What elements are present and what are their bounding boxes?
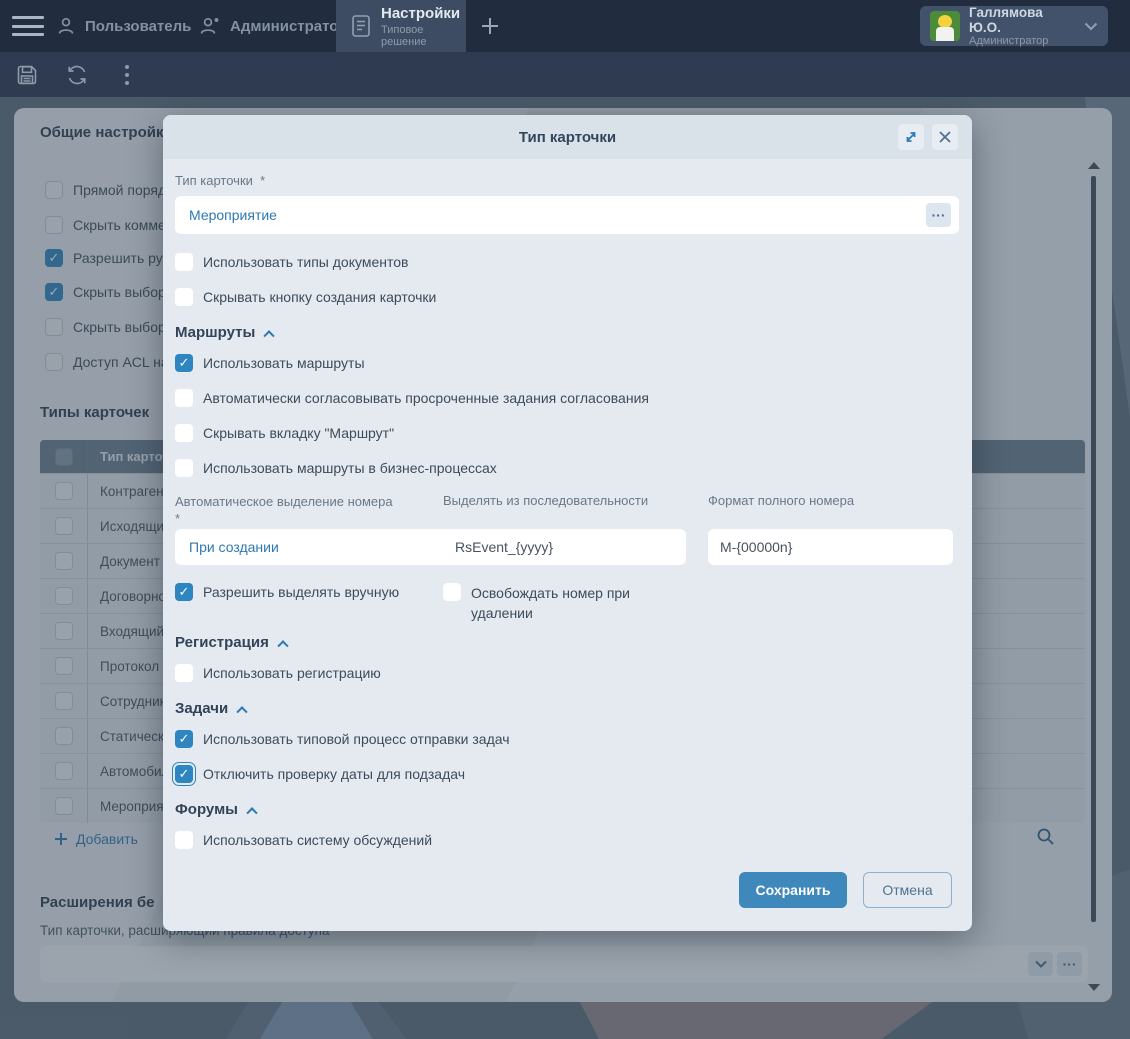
tab-user-label: Пользователь xyxy=(85,18,191,35)
checkbox-row[interactable]: Отключить проверку даты для подзадач xyxy=(175,765,465,783)
chevron-down-icon xyxy=(1084,22,1098,31)
checkbox-checked[interactable] xyxy=(175,730,193,748)
tab-settings[interactable]: Настройки Типовое решение xyxy=(336,0,466,52)
card-type-dialog: Тип карточки Тип карточки * Мероприятие … xyxy=(163,115,972,931)
sequence-label: Выделять из последовательности xyxy=(443,493,648,508)
user-icon xyxy=(56,16,76,36)
kebab-menu-icon[interactable] xyxy=(114,62,140,88)
tab-settings-sublabel: Типовое решение xyxy=(381,24,460,48)
tab-user[interactable]: Пользователь xyxy=(42,0,205,52)
full-format-input[interactable] xyxy=(708,529,953,565)
checkbox-row[interactable]: Использовать маршруты в бизнес-процессах xyxy=(175,459,497,477)
ellipsis-icon[interactable]: ··· xyxy=(926,203,951,227)
auto-number-value: При создании xyxy=(189,539,465,555)
section-tasks[interactable]: Задачи xyxy=(175,700,246,717)
auto-number-label: Автоматическое выделение номера* xyxy=(175,493,475,527)
full-format-label: Формат полного номера xyxy=(708,493,854,508)
user-role: Администратор xyxy=(969,35,1075,47)
checkbox-row[interactable]: Использовать систему обсуждений xyxy=(175,831,432,849)
checkbox[interactable] xyxy=(175,389,193,407)
document-icon xyxy=(350,14,372,38)
section-registration[interactable]: Регистрация xyxy=(175,634,287,651)
checkbox[interactable] xyxy=(443,583,461,601)
user-name: Галлямова Ю.О. xyxy=(969,5,1075,35)
tab-settings-label: Настройки xyxy=(381,5,460,22)
checkbox-row[interactable]: Скрывать вкладку "Маршрут" xyxy=(175,424,394,442)
cancel-button[interactable]: Отмена xyxy=(863,872,952,908)
dialog-title: Тип карточки xyxy=(519,129,616,146)
plus-icon xyxy=(481,17,499,35)
checkbox[interactable] xyxy=(175,253,193,271)
checkbox[interactable] xyxy=(175,459,193,477)
card-type-label: Тип карточки * xyxy=(175,173,265,188)
save-button[interactable]: Сохранить xyxy=(739,872,847,908)
new-tab-button[interactable] xyxy=(470,0,510,52)
card-type-field[interactable]: Мероприятие ··· xyxy=(175,196,959,234)
dialog-header: Тип карточки xyxy=(163,115,972,159)
checkbox-row[interactable]: Использовать маршруты xyxy=(175,354,365,372)
checkbox[interactable] xyxy=(175,288,193,306)
checkbox-checked[interactable] xyxy=(175,583,193,601)
close-icon[interactable] xyxy=(932,124,958,150)
checkbox-row[interactable]: Использовать регистрацию xyxy=(175,664,381,682)
settings-page: Общие настройки Прямой поряд Скрыть комм… xyxy=(0,97,1130,1039)
tab-admin-label: Администратор xyxy=(230,18,348,35)
section-forums[interactable]: Форумы xyxy=(175,801,256,818)
action-toolbar xyxy=(0,52,1130,97)
user-star-icon xyxy=(199,16,221,36)
chevron-up-icon xyxy=(246,807,257,818)
section-routes[interactable]: Маршруты xyxy=(175,324,273,341)
hamburger-menu-icon[interactable] xyxy=(12,13,44,39)
chevron-up-icon xyxy=(277,640,288,651)
user-menu[interactable]: Галлямова Ю.О. Администратор xyxy=(920,6,1108,46)
checkbox-checked[interactable] xyxy=(175,354,193,372)
sequence-input[interactable] xyxy=(443,529,686,565)
checkbox-row[interactable]: Скрывать кнопку создания карточки xyxy=(175,288,436,306)
top-bar: Пользователь Администратор Настройки Тип… xyxy=(0,0,1130,52)
checkbox[interactable] xyxy=(175,664,193,682)
checkbox-row[interactable]: Разрешить выделять вручную xyxy=(175,583,399,601)
refresh-icon[interactable] xyxy=(64,62,90,88)
chevron-up-icon xyxy=(264,330,275,341)
avatar xyxy=(930,11,960,41)
card-type-value: Мероприятие xyxy=(189,207,926,223)
checkbox-row[interactable]: Автоматически согласовывать просроченные… xyxy=(175,389,649,407)
checkbox[interactable] xyxy=(175,831,193,849)
checkbox-row[interactable]: Использовать типовой процесс отправки за… xyxy=(175,730,510,748)
checkbox[interactable] xyxy=(175,424,193,442)
checkbox-row[interactable]: Использовать типы документов xyxy=(175,253,408,271)
expand-icon[interactable] xyxy=(898,124,924,150)
checkbox-checked-focused[interactable] xyxy=(175,765,193,783)
chevron-up-icon xyxy=(237,706,248,717)
checkbox-row[interactable]: Освобождать номер при удалении xyxy=(443,583,653,623)
save-icon[interactable] xyxy=(14,62,40,88)
